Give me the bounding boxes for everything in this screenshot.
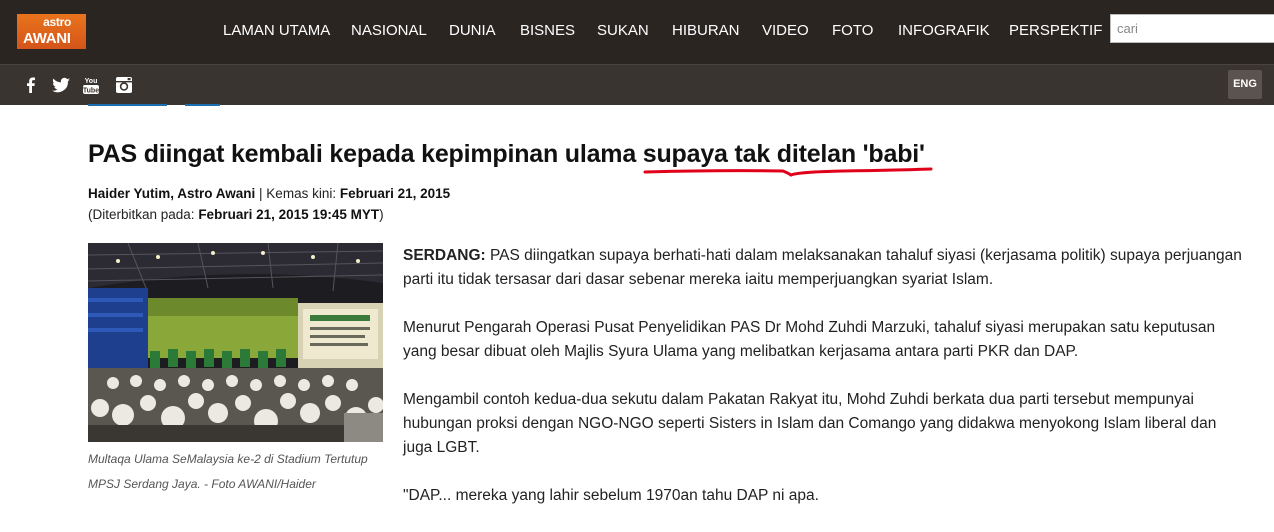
nav-bisnes[interactable]: BISNES	[520, 0, 575, 64]
svg-text:Tube: Tube	[83, 88, 99, 95]
photo-caption: Multaqa Ulama SeMalaysia ke-2 di Stadium…	[88, 452, 368, 491]
article-photo[interactable]	[88, 243, 383, 442]
youtube-icon[interactable]: You Tube	[81, 75, 101, 95]
article-title: PAS diingat kembali kepada kepimpinan ul…	[88, 140, 925, 168]
nav-sukan[interactable]: SUKAN	[597, 0, 649, 64]
paragraph-1-text: PAS diingatkan supaya berhati-hati dalam…	[403, 247, 1242, 288]
nav-video[interactable]: VIDEO	[762, 0, 809, 64]
updated-date: Februari 21, 2015	[339, 186, 451, 201]
byline-line-1: Haider Yutim, Astro Awani | Kemas kini: …	[88, 183, 450, 204]
language-toggle-button[interactable]: ENG	[1228, 70, 1262, 99]
astro-awani-logo[interactable]: astro AWANI	[17, 14, 86, 49]
published-label: (Diterbitkan pada:	[88, 207, 199, 222]
updated-label: | Kemas kini:	[255, 186, 340, 201]
published-close: )	[379, 207, 384, 222]
breadcrumb-underline-1	[88, 104, 167, 106]
byline-line-2: (Diterbitkan pada: Februari 21, 2015 19:…	[88, 204, 450, 225]
author-name: Haider Yutim, Astro Awani	[88, 186, 256, 201]
article-paragraph-4: "DAP... mereka yang lahir sebelum 1970an…	[403, 487, 819, 504]
search-input[interactable]	[1110, 14, 1274, 43]
nav-nasional[interactable]: NASIONAL	[351, 0, 427, 64]
logo-line1: astro	[43, 15, 71, 29]
nav-infografik[interactable]: INFOGRAFIK	[898, 0, 990, 64]
article-byline: Haider Yutim, Astro Awani | Kemas kini: …	[88, 183, 450, 225]
logo-line2: AWANI	[23, 30, 71, 47]
article-body: SERDANG: PAS diingatkan supaya berhati-h…	[403, 244, 1243, 532]
breadcrumb-underline-2	[185, 104, 220, 106]
social-bar	[0, 64, 1274, 105]
article-paragraph-3: Mengambil contoh kedua-dua sekutu dalam …	[403, 391, 1217, 456]
nav-dunia[interactable]: DUNIA	[449, 0, 496, 64]
nav-hiburan[interactable]: HIBURAN	[672, 0, 740, 64]
nav-foto[interactable]: FOTO	[832, 0, 873, 64]
article-paragraph-1: SERDANG: PAS diingatkan supaya berhati-h…	[403, 244, 1243, 292]
twitter-icon[interactable]	[51, 75, 71, 95]
article-paragraph-2: Menurut Pengarah Operasi Pusat Penyelidi…	[403, 319, 1216, 360]
nav-perspektif[interactable]: PERSPEKTIF	[1009, 0, 1102, 64]
nav-laman-utama[interactable]: LAMAN UTAMA	[223, 0, 330, 64]
facebook-icon[interactable]	[21, 75, 41, 95]
dateline: SERDANG:	[403, 247, 486, 264]
svg-text:You: You	[85, 78, 98, 85]
published-date: Februari 21, 2015 19:45 MYT	[198, 207, 380, 222]
instagram-icon[interactable]	[114, 75, 134, 95]
